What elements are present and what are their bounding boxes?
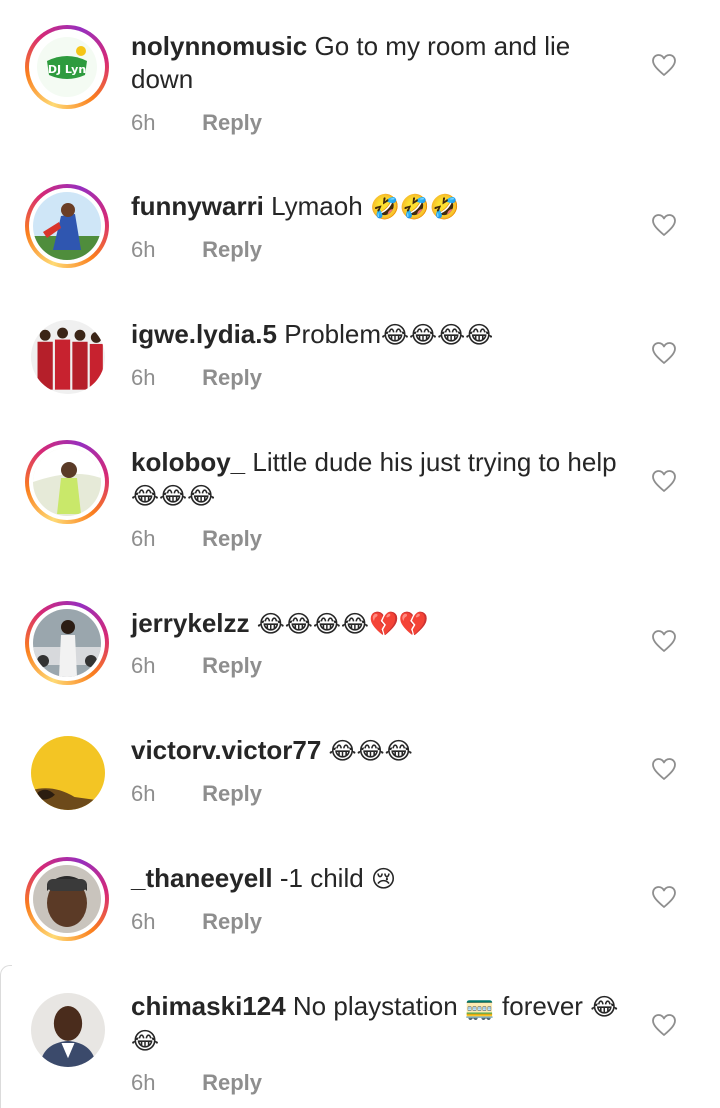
heart-outline-icon[interactable] [651, 341, 677, 365]
comment-emoji: 😢 [370, 865, 396, 893]
avatar-ring[interactable] [31, 993, 105, 1067]
comment-meta: 6h Reply [131, 365, 262, 391]
avatar-story-ring[interactable] [25, 601, 109, 685]
comment-meta: 6h Reply [131, 653, 262, 679]
heart-outline-icon[interactable] [651, 885, 677, 909]
comment-text: Problem [284, 319, 382, 349]
reply-button[interactable]: Reply [202, 237, 262, 262]
comment-username[interactable]: koloboy_ [131, 447, 245, 477]
reply-button[interactable]: Reply [202, 653, 262, 678]
avatar [33, 448, 101, 516]
reply-button[interactable]: Reply [202, 526, 262, 551]
comment-text-tail: forever [502, 991, 583, 1021]
heart-outline-icon[interactable] [651, 1013, 677, 1037]
comment-time: 6h [131, 909, 156, 934]
comment-emoji: 😂😂😂 [328, 737, 413, 765]
reply-button[interactable]: Reply [202, 1070, 262, 1095]
comment-username[interactable]: chimaski124 [131, 991, 286, 1021]
heart-outline-icon[interactable] [651, 213, 677, 237]
avatar-story-ring[interactable] [25, 857, 109, 941]
avatar [31, 736, 105, 810]
comment-time: 6h [131, 110, 156, 135]
comment-username[interactable]: victorv.victor77 [131, 735, 321, 765]
thread-divider [0, 965, 12, 1108]
comment-time: 6h [131, 237, 156, 262]
reply-button[interactable]: Reply [202, 909, 262, 934]
avatar-ring[interactable] [31, 736, 105, 810]
reply-button[interactable]: Reply [202, 110, 262, 135]
comment-body: victorv.victor77 😂😂😂 [131, 734, 621, 768]
avatar-story-ring[interactable] [25, 184, 109, 268]
avatar [33, 609, 101, 677]
comment-meta: 6h Reply [131, 909, 262, 935]
avatar-ring[interactable] [31, 320, 105, 394]
comment-emoji: 😂😂😂😂💔💔 [256, 610, 429, 638]
avatar-logo-text: DJ Lyn [48, 63, 86, 76]
heart-outline-icon[interactable] [651, 469, 677, 493]
comment-emoji: 😂😂😂 [131, 482, 216, 510]
heart-outline-icon[interactable] [651, 53, 677, 77]
comment-time: 6h [131, 781, 156, 806]
comment-meta: 6h Reply [131, 526, 262, 552]
comment-text: Lymaoh [271, 191, 363, 221]
comment-text: No playstation [292, 991, 458, 1021]
comment-body: _thaneeyell -1 child 😢 [131, 862, 621, 896]
comment-emoji: 😂😂😂😂 [381, 321, 494, 349]
comment-meta: 6h Reply [131, 110, 262, 136]
comment-username[interactable]: igwe.lydia.5 [131, 319, 277, 349]
comment-body: nolynnomusic Go to my room and lie down [131, 30, 621, 96]
comment-text: -1 child [279, 863, 364, 893]
avatar-story-ring[interactable]: DJ Lyn [25, 25, 109, 109]
reply-button[interactable]: Reply [202, 365, 262, 390]
comment-body: koloboy_ Little dude his just trying to … [131, 446, 621, 513]
avatar [33, 192, 101, 260]
comment-username[interactable]: _thaneeyell [131, 863, 273, 893]
comment-time: 6h [131, 365, 156, 390]
comment-body: funnywarri Lymaoh 🤣🤣🤣 [131, 190, 621, 224]
comment-username[interactable]: funnywarri [131, 191, 264, 221]
comment-username[interactable]: jerrykelzz [131, 608, 250, 638]
comment-emoji-mid: 🚃 [464, 993, 495, 1021]
avatar-story-ring[interactable] [25, 440, 109, 524]
heart-outline-icon[interactable] [651, 757, 677, 781]
comment-time: 6h [131, 1070, 156, 1095]
comment-text: Little dude his just trying to help [252, 447, 617, 477]
comment-emoji: 🤣🤣🤣 [369, 193, 460, 221]
comment-meta: 6h Reply [131, 237, 262, 263]
comment-time: 6h [131, 526, 156, 551]
avatar: DJ Lyn [33, 33, 101, 101]
comment-body: igwe.lydia.5 Problem😂😂😂😂 [131, 318, 621, 352]
avatar [33, 865, 101, 933]
reply-button[interactable]: Reply [202, 781, 262, 806]
comment-body: jerrykelzz 😂😂😂😂💔💔 [131, 607, 621, 641]
comment-body: chimaski124 No playstation 🚃 forever 😂😂 [131, 990, 621, 1058]
comment-username[interactable]: nolynnomusic [131, 31, 307, 61]
heart-outline-icon[interactable] [651, 629, 677, 653]
comment-meta: 6h Reply [131, 1070, 262, 1096]
avatar [31, 320, 105, 394]
comment-meta: 6h Reply [131, 781, 262, 807]
avatar [31, 993, 105, 1067]
comment-time: 6h [131, 653, 156, 678]
